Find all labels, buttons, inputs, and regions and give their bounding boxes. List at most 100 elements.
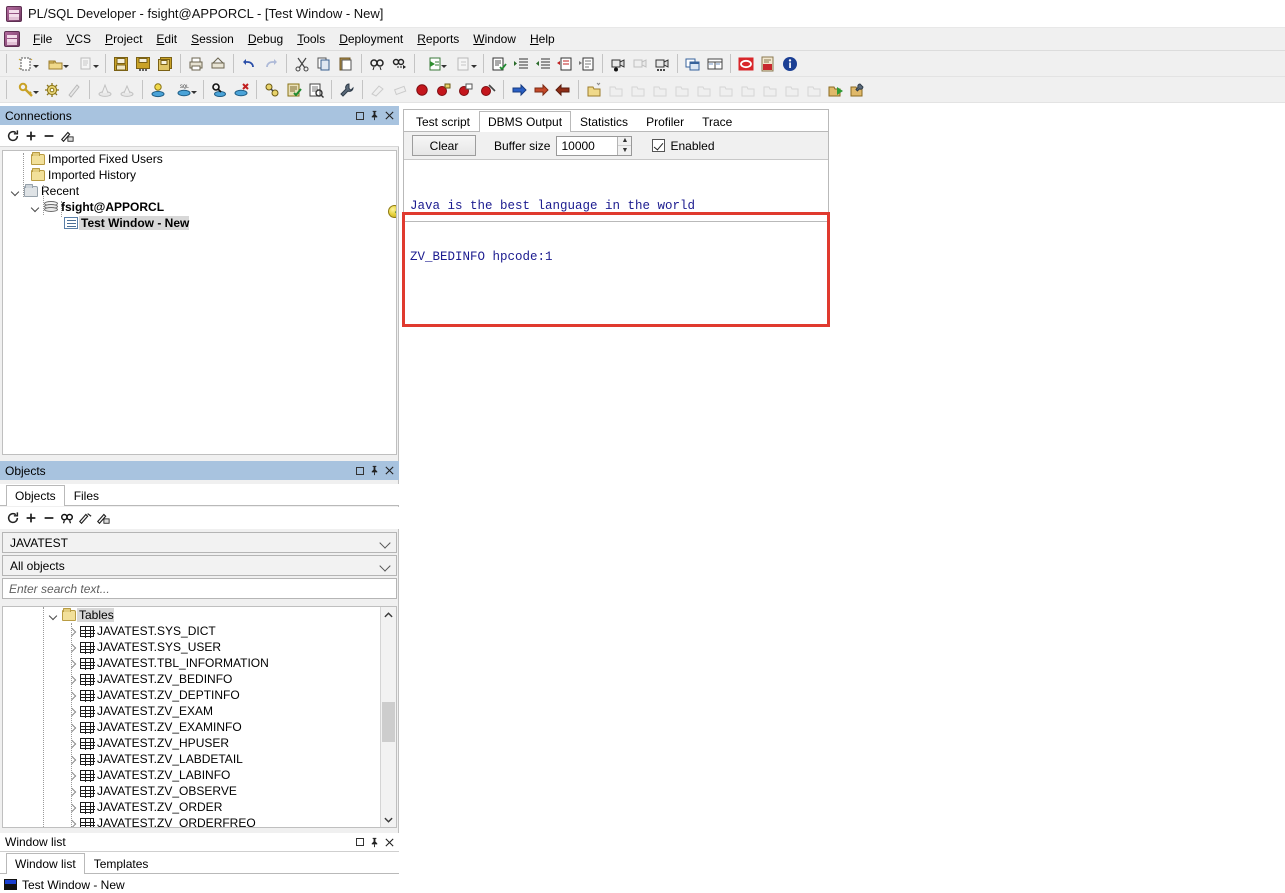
- save-all-button[interactable]: [132, 53, 154, 75]
- project-settings-button[interactable]: [847, 79, 869, 101]
- tree-node-fsight-apporcl[interactable]: fsight@APPORCL: [3, 199, 396, 215]
- project-item-6-button[interactable]: [715, 79, 737, 101]
- tile-windows-button[interactable]: [704, 53, 726, 75]
- explain-plan-button[interactable]: [208, 79, 230, 101]
- enabled-checkbox[interactable]: Enabled: [652, 139, 715, 153]
- find-button[interactable]: [366, 53, 388, 75]
- breakpoint-list-button[interactable]: [455, 79, 477, 101]
- tree-node-table[interactable]: JAVATEST.SYS_DICT: [3, 623, 396, 639]
- tree-node-table[interactable]: JAVATEST.ZV_LABINFO: [3, 767, 396, 783]
- refresh-icon[interactable]: [4, 509, 22, 527]
- project-item-5-button[interactable]: [693, 79, 715, 101]
- menu-item-help[interactable]: Help: [523, 30, 562, 48]
- tab-files[interactable]: Files: [65, 485, 108, 505]
- tab-window-list[interactable]: Window list: [6, 853, 85, 874]
- redo-button[interactable]: [260, 53, 282, 75]
- tab-objects[interactable]: Objects: [6, 485, 65, 506]
- tab-profiler[interactable]: Profiler: [637, 111, 693, 131]
- report-button[interactable]: [305, 79, 327, 101]
- chevron-down-icon[interactable]: [9, 183, 22, 199]
- print-preview-button[interactable]: [71, 53, 101, 75]
- project-item-8-button[interactable]: [759, 79, 781, 101]
- paste-button[interactable]: [335, 53, 357, 75]
- tab-dbms-output[interactable]: DBMS Output: [479, 111, 572, 132]
- objects-tree[interactable]: Tables JAVATEST.SYS_DICT JAVATEST.SYS_USE…: [2, 606, 397, 828]
- macro-options-button[interactable]: [651, 53, 673, 75]
- project-item-1-button[interactable]: [605, 79, 627, 101]
- print-setup-button[interactable]: [207, 53, 229, 75]
- project-item-10-button[interactable]: [803, 79, 825, 101]
- step-into-button[interactable]: [508, 79, 530, 101]
- menu-item-edit[interactable]: Edit: [149, 30, 184, 48]
- about-info-button[interactable]: [779, 53, 801, 75]
- project-item-3-button[interactable]: [649, 79, 671, 101]
- add-icon[interactable]: [22, 127, 40, 145]
- record-macro-button[interactable]: [607, 53, 629, 75]
- project-item-2-button[interactable]: [627, 79, 649, 101]
- copy-button[interactable]: [313, 53, 335, 75]
- execute-back-button[interactable]: [419, 53, 449, 75]
- scroll-up-arrow[interactable]: [381, 607, 396, 623]
- tree-node-table[interactable]: JAVATEST.ZV_BEDINFO: [3, 671, 396, 687]
- tree-node-table[interactable]: JAVATEST.ZV_DEPTINFO: [3, 687, 396, 703]
- undo-button[interactable]: [238, 53, 260, 75]
- breakpoint-add-button[interactable]: [433, 79, 455, 101]
- add-icon[interactable]: [22, 509, 40, 527]
- breakpoint-button[interactable]: [411, 79, 433, 101]
- menu-item-tools[interactable]: Tools: [290, 30, 332, 48]
- search-icon[interactable]: [58, 509, 76, 527]
- tab-trace[interactable]: Trace: [693, 111, 741, 131]
- sql-window-button[interactable]: SQL: [169, 79, 199, 101]
- pin-icon[interactable]: [367, 463, 382, 478]
- tree-node-imported-fixed-users[interactable]: Imported Fixed Users: [3, 151, 396, 167]
- scroll-thumb[interactable]: [382, 702, 395, 742]
- project-run-button[interactable]: [825, 79, 847, 101]
- menu-item-reports[interactable]: Reports: [410, 30, 466, 48]
- oracle-button[interactable]: [735, 53, 757, 75]
- buffer-size-input[interactable]: [557, 136, 618, 155]
- tab-statistics[interactable]: Statistics: [571, 111, 637, 131]
- refresh-icon[interactable]: [4, 127, 22, 145]
- spinner-buttons[interactable]: ▲ ▼: [617, 136, 632, 155]
- sessions-button[interactable]: [261, 79, 283, 101]
- commit-button[interactable]: [94, 79, 116, 101]
- save-as-button[interactable]: [154, 53, 176, 75]
- remove-icon[interactable]: [40, 127, 58, 145]
- close-icon[interactable]: [382, 108, 397, 123]
- chevron-down-icon[interactable]: [47, 607, 60, 623]
- maximize-icon[interactable]: [352, 835, 367, 850]
- find-next-button[interactable]: [388, 53, 410, 75]
- tree-node-table[interactable]: JAVATEST.SYS_USER: [3, 639, 396, 655]
- tree-node-table[interactable]: JAVATEST.ZV_LABDETAIL: [3, 751, 396, 767]
- close-icon[interactable]: [382, 463, 397, 478]
- tree-node-table[interactable]: JAVATEST.ZV_HPUSER: [3, 735, 396, 751]
- search-input[interactable]: Enter search text...: [2, 578, 397, 599]
- erase-button[interactable]: [389, 79, 411, 101]
- execute-forward-button[interactable]: [449, 53, 479, 75]
- menu-item-file[interactable]: File: [26, 30, 59, 48]
- indent-button[interactable]: [510, 53, 532, 75]
- chevron-down-icon[interactable]: [29, 199, 42, 215]
- breakpoint-disable-button[interactable]: [477, 79, 499, 101]
- test-script-button[interactable]: [283, 79, 305, 101]
- menu-app-icon[interactable]: [4, 31, 20, 47]
- tab-test-script[interactable]: Test script: [407, 111, 479, 131]
- rollback-button[interactable]: [116, 79, 138, 101]
- execute-sql-button[interactable]: [147, 79, 169, 101]
- maximize-icon[interactable]: [352, 108, 367, 123]
- dbms-output-text[interactable]: Java is the best language in the world Z…: [404, 160, 828, 300]
- spinner-down-icon[interactable]: ▼: [618, 146, 631, 155]
- break-session-button[interactable]: [230, 79, 252, 101]
- preferences-button[interactable]: [41, 79, 63, 101]
- filter-icon[interactable]: [76, 509, 94, 527]
- cascade-windows-button[interactable]: [682, 53, 704, 75]
- tree-node-test-window[interactable]: Test Window - New: [3, 215, 396, 231]
- schema-combo[interactable]: JAVATEST: [2, 532, 397, 553]
- objects-tree-scrollbar[interactable]: [380, 607, 396, 827]
- tree-node-table[interactable]: JAVATEST.ZV_ORDERFREQ: [3, 815, 396, 827]
- pdf-export-button[interactable]: [757, 53, 779, 75]
- scroll-down-arrow[interactable]: [381, 811, 396, 827]
- outdent-button[interactable]: [532, 53, 554, 75]
- spinner-up-icon[interactable]: ▲: [618, 137, 632, 146]
- cut-button[interactable]: [291, 53, 313, 75]
